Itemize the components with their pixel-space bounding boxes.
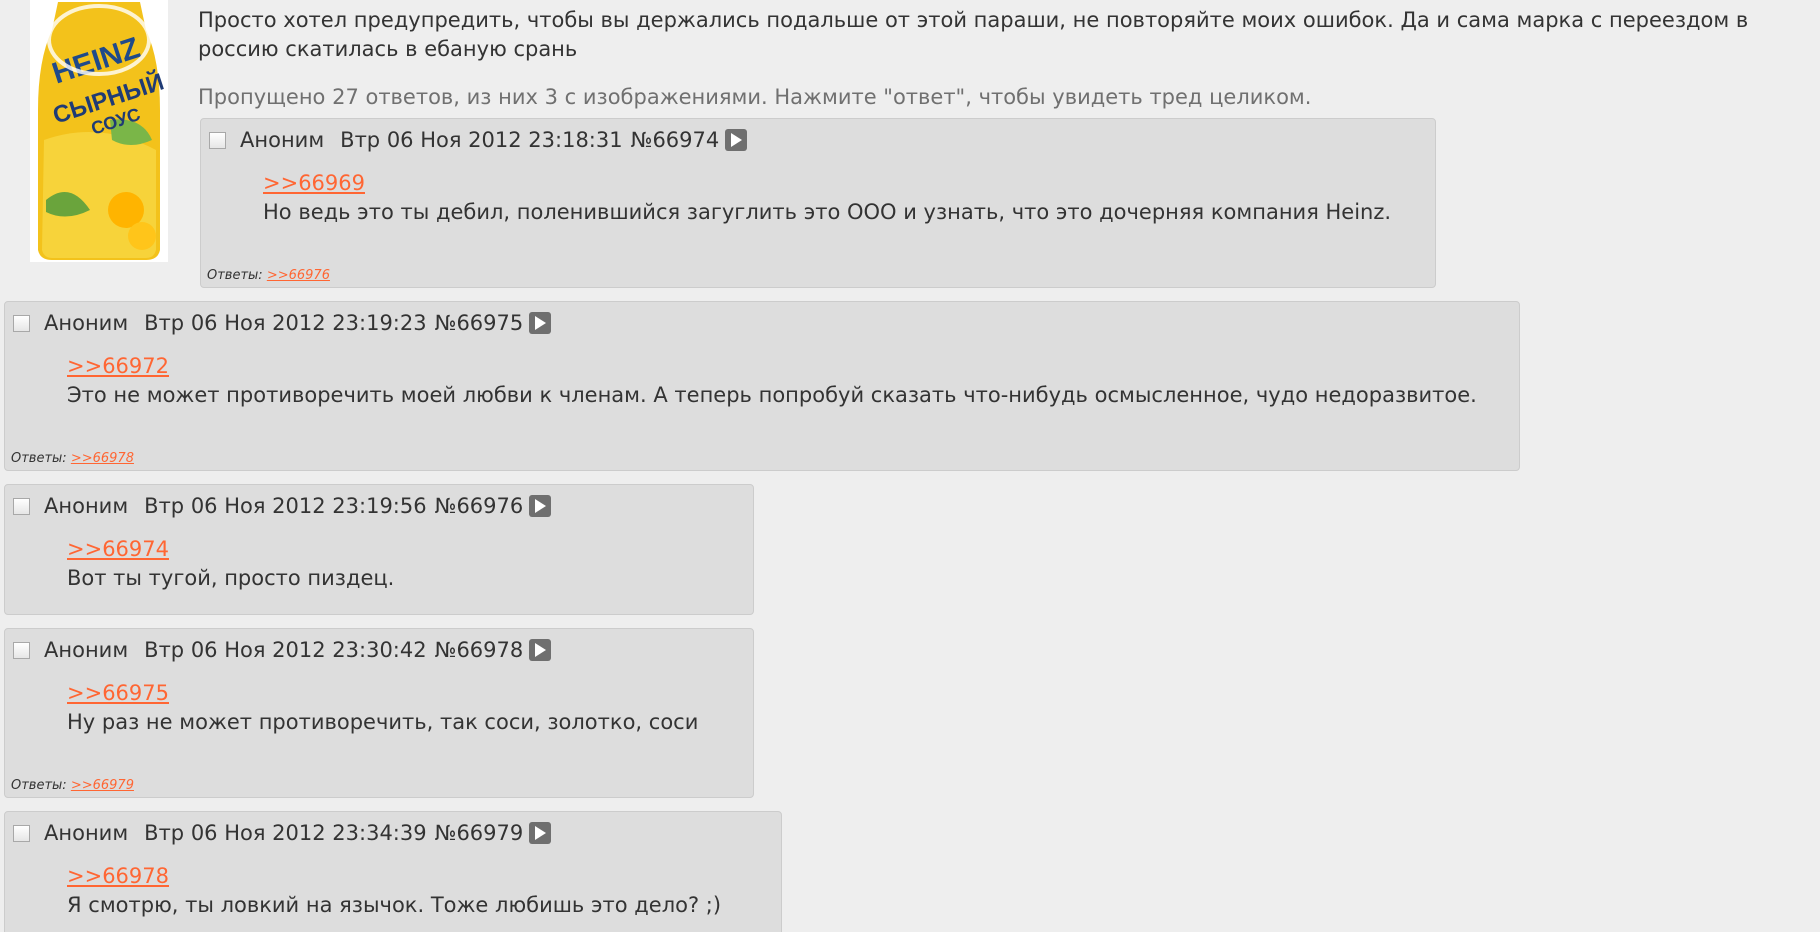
op-message: Просто хотел предупредить, чтобы вы держ…: [198, 8, 1749, 61]
post-body: >>66974 Вот ты тугой, просто пиздец.: [67, 535, 394, 593]
post-replies: Ответы: >>66976: [207, 268, 330, 283]
post-date: Втр 06 Ноя 2012 23:18:31: [340, 128, 623, 152]
post-author: Аноним: [240, 128, 325, 152]
omitted-notice: Пропущено 27 ответов, из них 3 с изображ…: [198, 85, 1312, 109]
post-body: >>66972 Это не может противоречить моей …: [67, 352, 1477, 410]
expand-icon[interactable]: [529, 495, 552, 517]
post-header: Аноним Втр 06 Ноя 2012 23:19:56 №66976: [13, 491, 552, 521]
post-text: Вот ты тугой, просто пиздец.: [67, 566, 395, 590]
post-body: >>66969 Но ведь это ты дебил, поленивший…: [263, 169, 1391, 227]
reply-to-link[interactable]: >>66978: [67, 862, 169, 891]
post-header: Аноним Втр 06 Ноя 2012 23:30:42 №66978: [13, 635, 552, 665]
expand-icon[interactable]: [529, 639, 552, 661]
expand-icon[interactable]: [529, 822, 552, 844]
post-date: Втр 06 Ноя 2012 23:30:42: [144, 638, 427, 662]
reply-backlink[interactable]: >>66979: [71, 778, 134, 793]
reply-to-link[interactable]: >>66974: [67, 535, 169, 564]
reply-backlink[interactable]: >>66978: [71, 451, 134, 466]
post-header: Аноним Втр 06 Ноя 2012 23:34:39 №66979: [13, 818, 552, 848]
reply-to-link[interactable]: >>66969: [263, 169, 365, 198]
thread: HEINZ СЫРНЫЙ СОУС Просто хотел предупред…: [0, 0, 1820, 932]
post-replies: Ответы: >>66978: [11, 451, 134, 466]
post-select-checkbox[interactable]: [13, 824, 30, 842]
post-number-link[interactable]: №66976: [435, 494, 524, 518]
post: Аноним Втр 06 Ноя 2012 23:19:56 №66976 >…: [4, 484, 754, 615]
reply-to-link[interactable]: >>66975: [67, 679, 169, 708]
post-author: Аноним: [44, 494, 129, 518]
post-text: Ну раз не может противоречить, так соси,…: [67, 710, 699, 734]
post-replies: Ответы: >>66979: [11, 778, 134, 793]
post-number-link[interactable]: №66975: [435, 311, 524, 335]
reply-to-link[interactable]: >>66972: [67, 352, 169, 381]
post-date: Втр 06 Ноя 2012 23:34:39: [144, 821, 427, 845]
replies-label: Ответы:: [11, 451, 67, 466]
post-date: Втр 06 Ноя 2012 23:19:23: [144, 311, 427, 335]
expand-icon[interactable]: [529, 312, 552, 334]
post: Аноним Втр 06 Ноя 2012 23:30:42 №66978 >…: [4, 628, 754, 798]
reply-backlink[interactable]: >>66976: [267, 268, 330, 283]
post-number-link[interactable]: №66974: [631, 128, 720, 152]
post-text: Но ведь это ты дебил, поленившийся загуг…: [263, 200, 1392, 224]
post-select-checkbox[interactable]: [13, 314, 30, 332]
post: Аноним Втр 06 Ноя 2012 23:34:39 №66979 >…: [4, 811, 782, 932]
post-author: Аноним: [44, 821, 129, 845]
post-text: Я смотрю, ты ловкий на язычок. Тоже люби…: [67, 893, 722, 917]
heinz-bottle-image: HEINZ СЫРНЫЙ СОУС: [30, 0, 168, 262]
replies-label: Ответы:: [207, 268, 263, 283]
expand-icon[interactable]: [725, 129, 748, 151]
post: Аноним Втр 06 Ноя 2012 23:19:23 №66975 >…: [4, 301, 1520, 471]
post-select-checkbox[interactable]: [13, 497, 30, 515]
post-number-link[interactable]: №66979: [435, 821, 524, 845]
post-author: Аноним: [44, 638, 129, 662]
post: Аноним Втр 06 Ноя 2012 23:18:31 №66974 >…: [200, 118, 1436, 288]
post-header: Аноним Втр 06 Ноя 2012 23:18:31 №66974: [209, 125, 748, 155]
post-select-checkbox[interactable]: [13, 641, 30, 659]
post-author: Аноним: [44, 311, 129, 335]
post-body: >>66978 Я смотрю, ты ловкий на язычок. Т…: [67, 862, 721, 920]
op-image[interactable]: HEINZ СЫРНЫЙ СОУС: [30, 0, 168, 262]
post-text: Это не может противоречить моей любви к …: [67, 383, 1477, 407]
post-header: Аноним Втр 06 Ноя 2012 23:19:23 №66975: [13, 308, 552, 338]
replies-label: Ответы:: [11, 778, 67, 793]
post-date: Втр 06 Ноя 2012 23:19:56: [144, 494, 427, 518]
post-number-link[interactable]: №66978: [435, 638, 524, 662]
post-body: >>66975 Ну раз не может противоречить, т…: [67, 679, 698, 737]
post-select-checkbox[interactable]: [209, 131, 226, 149]
